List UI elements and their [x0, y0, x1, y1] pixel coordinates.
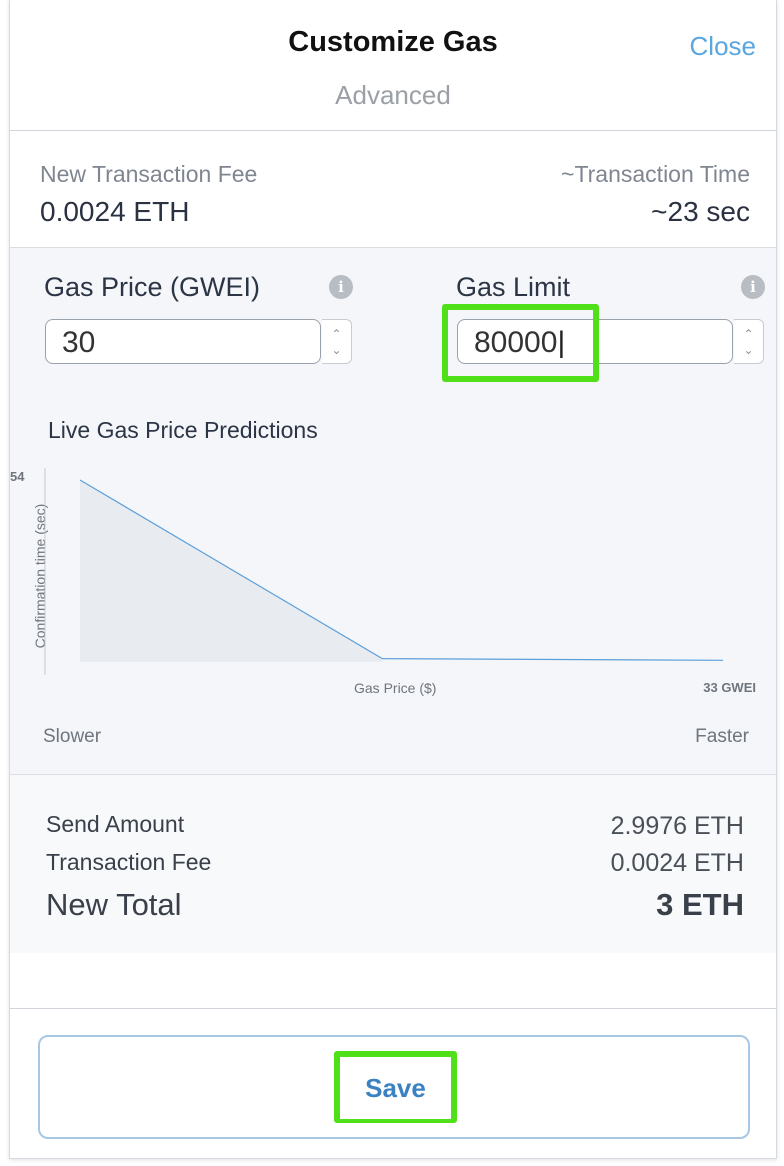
new-fee-label: New Transaction Fee — [40, 161, 258, 187]
totals-panel: Send Amount 2.9976 ETH Transaction Fee 0… — [10, 775, 776, 953]
slower-label: Slower — [43, 726, 102, 747]
x-axis-max-tick: 33 GWEI — [703, 680, 756, 695]
send-amount-value: 2.9976 ETH — [610, 812, 744, 840]
send-amount-label: Send Amount — [46, 811, 185, 837]
transaction-time-label: ~Transaction Time — [561, 161, 750, 187]
modal-title: Customize Gas — [288, 26, 498, 58]
save-button-highlight: Save — [334, 1051, 457, 1123]
new-total-label: New Total — [46, 887, 182, 922]
footer-divider — [10, 1008, 776, 1009]
new-total-value: 3 ETH — [656, 887, 744, 922]
faster-label: Faster — [695, 726, 749, 747]
gas-settings-panel: Gas Price (GWEI) i 30 ⌃ ⌄ Gas Limit i 80… — [10, 247, 776, 775]
save-button[interactable]: Save — [340, 1057, 451, 1119]
x-axis-label: Gas Price ($) — [354, 680, 437, 696]
customize-gas-modal: Customize Gas Close Advanced New Transac… — [9, 0, 777, 1159]
header-divider — [10, 130, 776, 131]
new-fee-value: 0.0024 ETH — [40, 196, 190, 227]
transaction-time-value: ~23 sec — [651, 196, 750, 227]
transaction-fee-label: Transaction Fee — [46, 849, 212, 875]
transaction-fee-value: 0.0024 ETH — [610, 849, 744, 877]
advanced-tab[interactable]: Advanced — [10, 80, 776, 111]
close-button[interactable]: Close — [690, 31, 756, 62]
